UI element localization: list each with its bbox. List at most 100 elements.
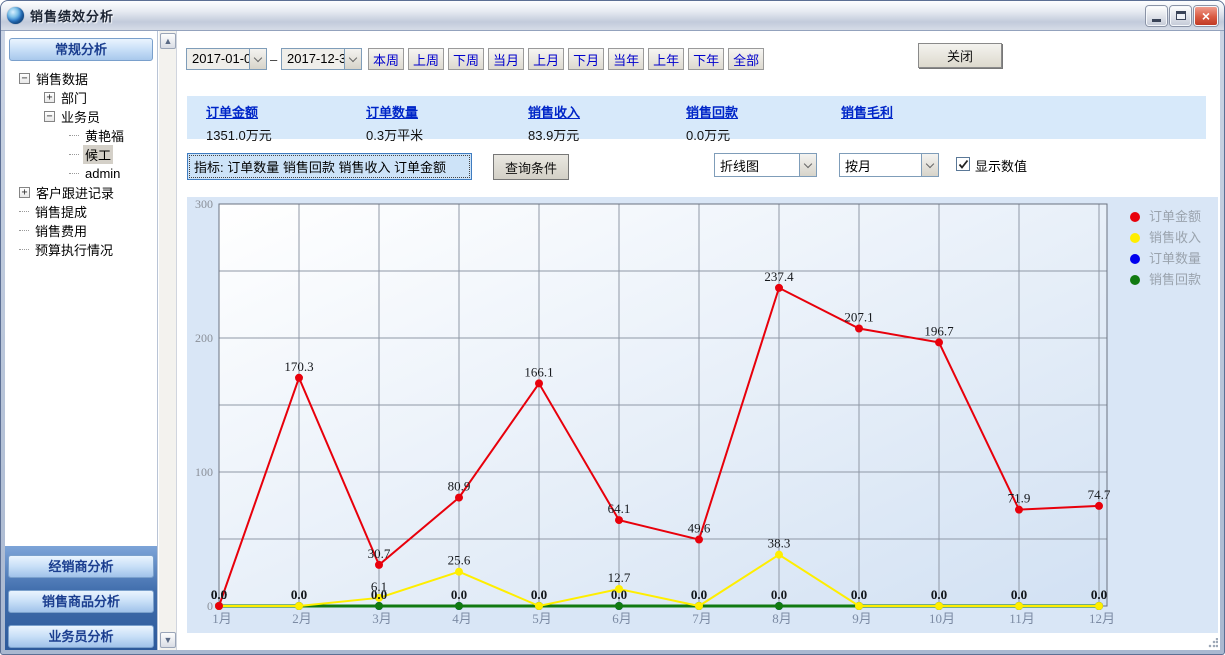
- collapse-icon[interactable]: −: [19, 73, 30, 84]
- stat-item: 销售收入 83.9万元: [528, 102, 580, 144]
- period-button[interactable]: 上月: [528, 48, 564, 70]
- svg-text:12月: 12月: [1089, 611, 1115, 626]
- svg-text:207.1: 207.1: [844, 309, 873, 324]
- expand-icon[interactable]: +: [19, 187, 30, 198]
- period-button[interactable]: 上周: [408, 48, 444, 70]
- sidebar-section-header[interactable]: 经销商分析: [8, 555, 154, 578]
- period-button[interactable]: 当年: [608, 48, 644, 70]
- tree-item[interactable]: 黄艳福: [5, 126, 157, 145]
- expand-icon[interactable]: +: [44, 92, 55, 103]
- tree-item[interactable]: + 部门: [5, 88, 157, 107]
- tree-item-label[interactable]: 销售数据: [34, 69, 90, 88]
- tree-connector: [19, 230, 29, 231]
- svg-text:166.1: 166.1: [524, 364, 553, 379]
- tree-item[interactable]: admin: [5, 164, 157, 183]
- tree-item[interactable]: 销售费用: [5, 221, 157, 240]
- indicator-field[interactable]: 指标: 订单数量 销售回款 销售收入 订单金额: [187, 153, 472, 180]
- tree-item[interactable]: 销售提成: [5, 202, 157, 221]
- group-by-select[interactable]: 按月: [839, 153, 939, 177]
- tree-item[interactable]: −销售数据: [5, 69, 157, 88]
- chart-type-select[interactable]: 折线图: [714, 153, 817, 177]
- minimize-icon: [1152, 19, 1161, 22]
- show-values-checkbox[interactable]: [956, 157, 970, 171]
- svg-text:5月: 5月: [532, 611, 552, 626]
- app-window: 销售绩效分析 × 常规分析 −销售数据+部门−业务员黄艳福候工admin+客户跟…: [0, 0, 1225, 655]
- tree-item-label[interactable]: 预算执行情况: [33, 240, 115, 259]
- svg-text:0.0: 0.0: [291, 587, 307, 602]
- svg-text:4月: 4月: [452, 611, 472, 626]
- stat-label-link[interactable]: 销售收入: [528, 102, 580, 121]
- close-window-button[interactable]: ×: [1194, 6, 1218, 26]
- svg-text:2月: 2月: [292, 611, 312, 626]
- tree-item-label[interactable]: 部门: [59, 88, 89, 107]
- sidebar-section-header[interactable]: 销售商品分析: [8, 590, 154, 613]
- sidebar-accordion: 经销商分析销售商品分析业务员分析: [5, 546, 157, 650]
- window-content: 常规分析 −销售数据+部门−业务员黄艳福候工admin+客户跟进记录销售提成销售…: [5, 31, 1220, 650]
- svg-text:1月: 1月: [212, 611, 232, 626]
- stat-label-link[interactable]: 订单数量: [366, 102, 423, 121]
- tree-item-label[interactable]: 候工: [83, 145, 113, 164]
- tree-connector: [19, 249, 29, 250]
- app-globe-icon: [7, 7, 24, 24]
- svg-text:237.4: 237.4: [764, 269, 794, 284]
- maximize-icon: [1176, 11, 1186, 20]
- period-button[interactable]: 上年: [648, 48, 684, 70]
- svg-text:25.6: 25.6: [448, 553, 471, 568]
- date-to-select[interactable]: 2017-12-31: [281, 48, 362, 70]
- tree-item-label[interactable]: 客户跟进记录: [34, 183, 116, 202]
- minimize-button[interactable]: [1146, 6, 1167, 26]
- stat-item: 销售回款0.0万元: [686, 102, 738, 144]
- resize-grip[interactable]: [1208, 638, 1218, 648]
- period-button[interactable]: 当月: [488, 48, 524, 70]
- checkbox-check-icon: [958, 159, 969, 170]
- tree-item-label[interactable]: 销售提成: [33, 202, 89, 221]
- tree-item[interactable]: 预算执行情况: [5, 240, 157, 259]
- svg-text:74.7: 74.7: [1088, 487, 1111, 502]
- stats-bar: 订单金额1351.0万元订单数量0.3万平米销售收入83.9万元销售回款0.0万…: [187, 96, 1206, 139]
- svg-text:80.9: 80.9: [448, 479, 471, 494]
- dropdown-arrow-icon[interactable]: [344, 49, 361, 69]
- svg-text:200: 200: [195, 331, 213, 345]
- tree-item-label[interactable]: 黄艳福: [83, 126, 126, 145]
- tree-item[interactable]: 候工: [5, 145, 157, 164]
- tree-item-label[interactable]: 业务员: [59, 107, 102, 126]
- titlebar[interactable]: 销售绩效分析 ×: [1, 1, 1224, 31]
- period-button[interactable]: 全部: [728, 48, 764, 70]
- svg-text:7月: 7月: [692, 611, 712, 626]
- svg-text:38.3: 38.3: [768, 536, 791, 551]
- stat-item: 订单金额1351.0万元: [206, 102, 272, 144]
- period-button[interactable]: 下月: [568, 48, 604, 70]
- dropdown-arrow-icon[interactable]: [799, 154, 816, 176]
- svg-text:0.0: 0.0: [1091, 587, 1107, 602]
- svg-text:100: 100: [195, 465, 213, 479]
- dropdown-arrow-icon[interactable]: [921, 154, 938, 176]
- group-by-value: 按月: [840, 154, 921, 176]
- maximize-button[interactable]: [1170, 6, 1191, 26]
- sidebar-scrollbar[interactable]: ▲ ▼: [159, 31, 177, 650]
- dropdown-arrow-icon[interactable]: [249, 49, 266, 69]
- svg-text:销售回款: 销售回款: [1149, 272, 1201, 287]
- query-conditions-button[interactable]: 查询条件: [493, 154, 569, 180]
- tree-item-label[interactable]: 销售费用: [33, 221, 89, 240]
- tree-item[interactable]: −业务员: [5, 107, 157, 126]
- stat-item: 订单数量0.3万平米: [366, 102, 423, 144]
- stat-value: 83.9万元: [528, 125, 580, 144]
- tree-item-label[interactable]: admin: [83, 166, 122, 181]
- stat-label-link[interactable]: 订单金额: [206, 102, 272, 121]
- date-from-select[interactable]: 2017-01-01: [186, 48, 267, 70]
- stat-label-link[interactable]: 销售回款: [686, 102, 738, 121]
- tree-item[interactable]: + 客户跟进记录: [5, 183, 157, 202]
- svg-text:300: 300: [195, 197, 213, 211]
- tree-connector: [69, 173, 79, 174]
- period-button[interactable]: 本周: [368, 48, 404, 70]
- scroll-up-icon[interactable]: ▲: [160, 33, 176, 49]
- tree-connector: [69, 154, 79, 155]
- stat-label-link[interactable]: 销售毛利: [841, 102, 893, 121]
- period-button[interactable]: 下年: [688, 48, 724, 70]
- period-button[interactable]: 下周: [448, 48, 484, 70]
- close-page-button[interactable]: 关闭: [918, 43, 1002, 68]
- scroll-down-icon[interactable]: ▼: [160, 632, 176, 648]
- sidebar-header-general-analysis[interactable]: 常规分析: [9, 38, 153, 61]
- collapse-icon[interactable]: −: [44, 111, 55, 122]
- sidebar-section-header[interactable]: 业务员分析: [8, 625, 154, 648]
